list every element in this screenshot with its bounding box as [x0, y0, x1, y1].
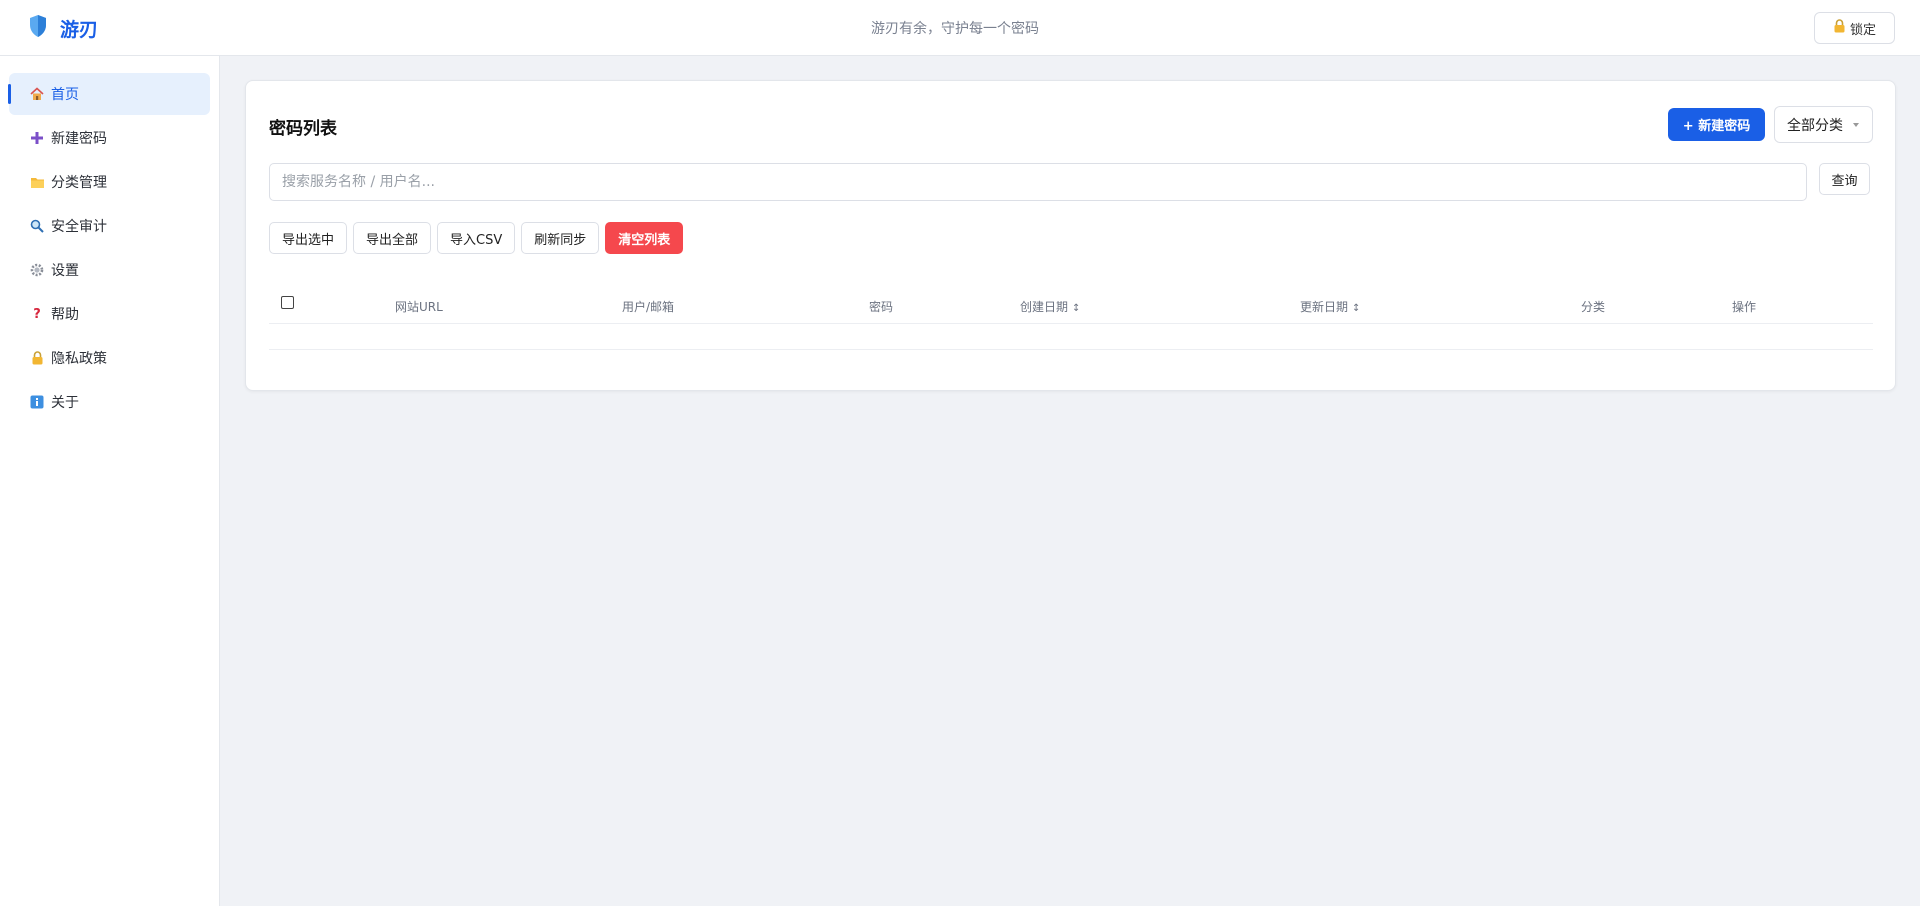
column-header-actions: 操作 — [1732, 300, 1757, 314]
column-header-category: 分类 — [1581, 300, 1606, 314]
question-icon: ? — [33, 306, 41, 322]
sidebar-item-label: 新建密码 — [51, 131, 107, 147]
sidebar-item-privacy-policy[interactable]: 隐私政策 — [9, 337, 210, 379]
table-header: 网站URL 用户/邮箱 密码 创建日期 ↕ 更新日期 ↕ 分类 操作 — [269, 286, 1873, 324]
sidebar-item-help[interactable]: ? 帮助 — [9, 293, 210, 335]
chevron-down-icon — [1853, 122, 1859, 127]
category-select[interactable]: 全部分类 — [1774, 106, 1873, 143]
sidebar-item-label: 安全审计 — [51, 219, 107, 235]
password-list-card: 密码列表 + 新建密码 全部分类 查询 导出选中 导出全部 导入CSV 刷新同步… — [245, 80, 1896, 391]
action-toolbar: 导出选中 导出全部 导入CSV 刷新同步 清空列表 — [269, 222, 684, 254]
sidebar-item-about[interactable]: 关于 — [9, 381, 210, 423]
app-slogan: 游刃有余，守护每一个密码 — [871, 21, 1039, 37]
table-empty-body — [269, 349, 1873, 350]
sidebar-item-label: 设置 — [51, 263, 79, 279]
select-all-checkbox[interactable] — [281, 296, 294, 309]
lock-icon — [1833, 19, 1846, 37]
page-title: 密码列表 — [269, 119, 337, 139]
sidebar-item-label: 分类管理 — [51, 175, 107, 191]
export-all-button[interactable]: 导出全部 — [353, 222, 432, 254]
lock-icon — [29, 350, 45, 366]
sidebar-item-label: 帮助 — [51, 307, 79, 323]
folder-icon — [29, 174, 45, 190]
column-header-password: 密码 — [869, 300, 894, 314]
magnifier-icon — [29, 218, 45, 234]
new-password-button[interactable]: + 新建密码 — [1668, 108, 1765, 141]
sidebar-item-security-audit[interactable]: 安全审计 — [9, 205, 210, 247]
lock-label: 锁定 — [1849, 22, 1876, 38]
column-header-url: 网站URL — [395, 300, 443, 314]
home-icon — [29, 86, 45, 102]
export-selected-button[interactable]: 导出选中 — [269, 222, 348, 254]
sidebar-item-home[interactable]: 首页 — [8, 73, 210, 115]
refresh-sync-button[interactable]: 刷新同步 — [521, 222, 600, 254]
column-header-updated[interactable]: 更新日期 ↕ — [1300, 298, 1360, 315]
sidebar-item-new-password[interactable]: 新建密码 — [9, 117, 210, 159]
sidebar-item-label: 首页 — [51, 87, 79, 103]
search-input[interactable] — [269, 163, 1807, 201]
sort-icon: ↕ — [1352, 303, 1361, 314]
sort-icon: ↕ — [1072, 303, 1081, 314]
import-csv-button[interactable]: 导入CSV — [437, 222, 516, 254]
sidebar: 首页 新建密码 分类管理 安全审计 设置 ? 帮助 隐私政策 关于 — [0, 56, 220, 906]
column-header-created[interactable]: 创建日期 ↕ — [1020, 298, 1080, 315]
category-select-value: 全部分类 — [1787, 117, 1843, 134]
lock-button[interactable]: 锁定 — [1814, 12, 1895, 44]
plus-icon — [29, 130, 45, 146]
column-header-user: 用户/邮箱 — [622, 300, 675, 314]
query-button[interactable]: 查询 — [1819, 163, 1870, 195]
sidebar-item-label: 隐私政策 — [51, 351, 107, 367]
info-icon — [29, 394, 45, 410]
clear-list-button[interactable]: 清空列表 — [605, 222, 684, 254]
sidebar-item-settings[interactable]: 设置 — [9, 249, 210, 291]
sidebar-item-label: 关于 — [51, 395, 79, 411]
sidebar-item-categories[interactable]: 分类管理 — [9, 161, 210, 203]
top-bar: 游刃 游刃有余，守护每一个密码 锁定 — [0, 0, 1920, 56]
gear-icon — [29, 262, 45, 278]
